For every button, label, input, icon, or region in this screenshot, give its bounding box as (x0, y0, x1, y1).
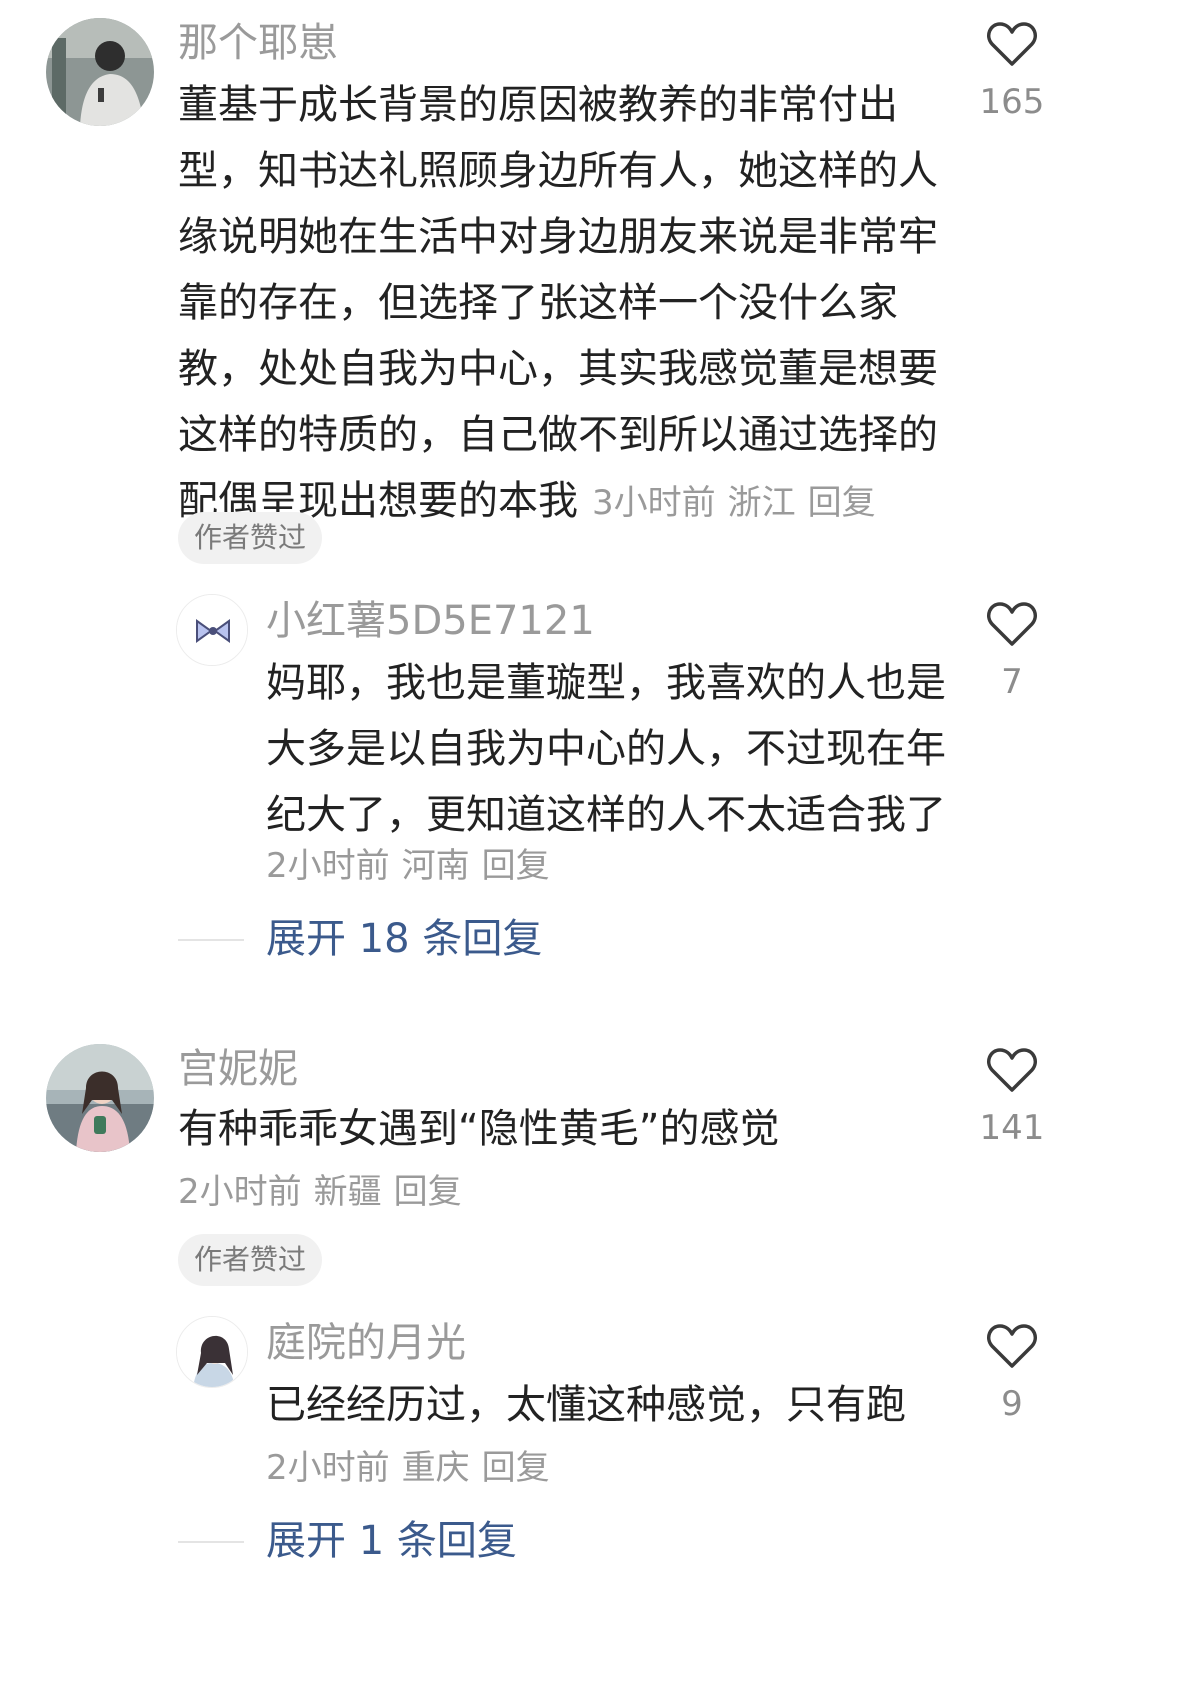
avatar[interactable] (176, 1316, 248, 1388)
comment-text-line: 型，知书达礼照顾身边所有人，她这样的人 (178, 148, 938, 194)
expand-replies-label[interactable]: 展开 1 条回复 (266, 1512, 517, 1570)
avatar[interactable] (46, 1044, 154, 1152)
reply-username[interactable]: 小红薯5D5E7121 (266, 596, 595, 646)
like-button[interactable]: 9 (962, 1322, 1062, 1426)
avatar[interactable] (46, 18, 154, 126)
reply-location: 重庆 (401, 1448, 470, 1488)
divider (178, 1541, 244, 1543)
comment-username[interactable]: 宫妮妮 (178, 1044, 298, 1094)
reply-text-line: 妈耶，我也是董璇型，我喜欢的人也是 (266, 660, 946, 706)
reply-time: 2小时前 (266, 1448, 390, 1488)
comment-text-line: 董基于成长背景的原因被教养的非常付出 (178, 82, 898, 128)
reply-body: 已经经历过，太懂这种感觉，只有跑 (266, 1372, 906, 1438)
divider (178, 939, 244, 941)
comment-body: 董基于成长背景的原因被教养的非常付出 型，知书达礼照顾身边所有人，她这样的人 缘… (178, 72, 938, 534)
expand-replies-button[interactable]: 展开 18 条回复 (178, 910, 678, 968)
like-count: 9 (1001, 1384, 1023, 1424)
comment-text-line: 有种乖乖女遇到“隐性黄毛”的感觉 (178, 1106, 780, 1152)
comment-location: 浙江 (727, 483, 796, 523)
heart-outline-icon (987, 1324, 1037, 1368)
expand-replies-button[interactable]: 展开 1 条回复 (178, 1512, 678, 1570)
comment-location: 新疆 (313, 1172, 382, 1212)
reply-button[interactable]: 回复 (482, 846, 550, 886)
reply-button[interactable]: 回复 (808, 483, 876, 523)
reply-body: 妈耶，我也是董璇型，我喜欢的人也是 大多是以自我为中心的人，不过现在年 纪大了，… (266, 650, 946, 848)
heart-outline-icon (987, 1048, 1037, 1092)
reply-time: 2小时前 (266, 846, 390, 886)
comment-username[interactable]: 那个耶崽 (178, 18, 338, 68)
comment-text-line: 教，处处自我为中心，其实我感觉董是想要 (178, 346, 938, 392)
reply-button[interactable]: 回复 (394, 1172, 462, 1212)
like-count: 7 (1001, 662, 1023, 702)
reply-button[interactable]: 回复 (482, 1448, 550, 1488)
comment-time: 3小时前 (592, 483, 716, 523)
like-count: 165 (979, 82, 1045, 122)
comment-text-line: 这样的特质的，自己做不到所以通过选择的 (178, 412, 938, 458)
reply-location: 河南 (401, 846, 470, 886)
reply-text-line: 已经经历过，太懂这种感觉，只有跑 (266, 1382, 906, 1428)
like-button[interactable]: 141 (962, 1046, 1062, 1150)
author-liked-badge: 作者赞过 (178, 1234, 323, 1286)
reply-username[interactable]: 庭院的月光 (266, 1318, 466, 1368)
reply-meta: 2小时前 重庆 回复 (266, 1446, 550, 1490)
avatar[interactable] (176, 594, 248, 666)
reply-text-line: 纪大了，更知道这样的人不太适合我了 (266, 792, 946, 838)
expand-replies-label[interactable]: 展开 18 条回复 (266, 910, 542, 968)
reply-meta: 2小时前 河南 回复 (266, 844, 550, 888)
comment-text-line: 靠的存在，但选择了张这样一个没什么家 (178, 280, 898, 326)
like-button[interactable]: 7 (962, 600, 1062, 704)
heart-outline-icon (987, 602, 1037, 646)
comment-meta: 2小时前 新疆 回复 (178, 1170, 462, 1214)
like-count: 141 (979, 1108, 1045, 1148)
like-button[interactable]: 165 (962, 20, 1062, 124)
heart-outline-icon (987, 22, 1037, 66)
comment-text-line: 缘说明她在生活中对身边朋友来说是非常牢 (178, 214, 938, 260)
reply-text-line: 大多是以自我为中心的人，不过现在年 (266, 726, 946, 772)
comment-body: 有种乖乖女遇到“隐性黄毛”的感觉 (178, 1096, 779, 1162)
comment-time: 2小时前 (178, 1172, 302, 1212)
author-liked-badge: 作者赞过 (178, 512, 323, 564)
